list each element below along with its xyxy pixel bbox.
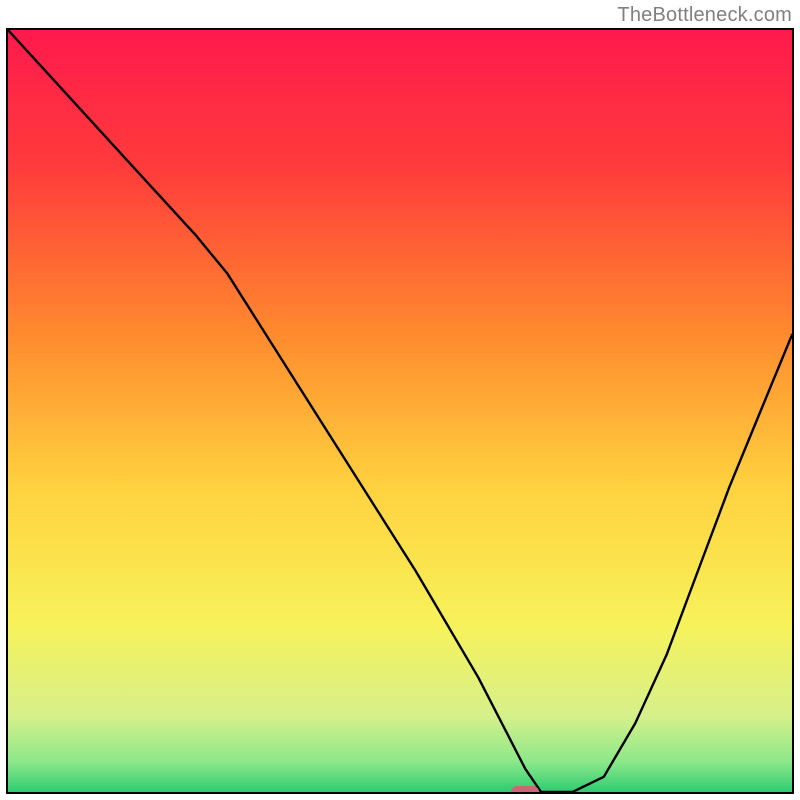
- watermark-text: TheBottleneck.com: [617, 4, 792, 27]
- plot-area: [6, 28, 794, 794]
- background-gradient: [8, 30, 792, 792]
- optimal-point-marker: [511, 786, 539, 794]
- chart-frame: TheBottleneck.com: [0, 0, 800, 800]
